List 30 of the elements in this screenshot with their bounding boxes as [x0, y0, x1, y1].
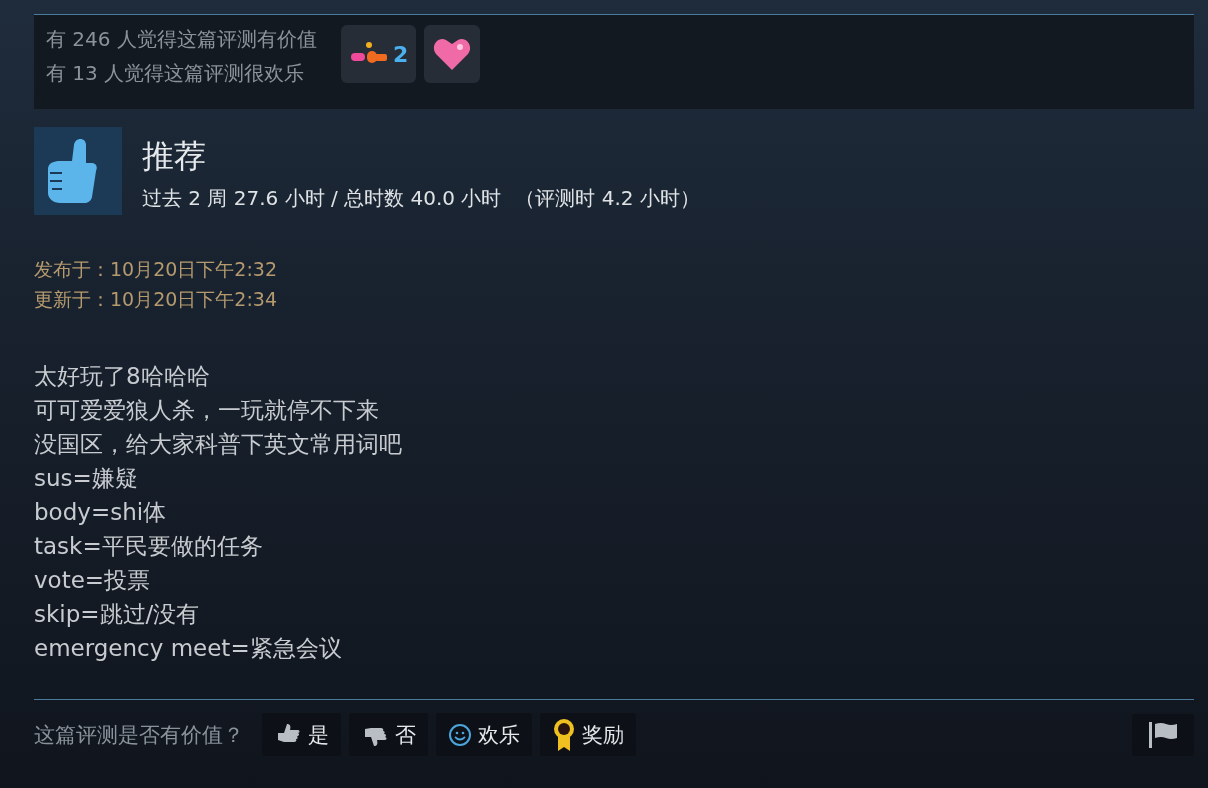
vote-button[interactable]: 欢乐 — [436, 713, 532, 756]
review-line: sus=嫌疑 — [34, 464, 139, 493]
helpful-count: 有 246 人觉得这篇评测有价值 — [46, 26, 317, 53]
review-line: 太好玩了8哈哈哈 — [34, 362, 211, 391]
award-count: 2 — [392, 41, 409, 67]
review-line: body=shi体 — [34, 498, 168, 527]
review-line: emergency meet=紧急会议 — [34, 634, 343, 663]
date-text: 发布于：10月20日下午2:32 — [34, 257, 279, 281]
heart-icon — [432, 36, 473, 72]
funny-count: 有 13 人觉得这篇评测很欢乐 — [46, 60, 306, 87]
date-text: 更新于：10月20日下午2:34 — [34, 287, 279, 311]
helpful-question: 这篇评测是否有价值？ — [34, 721, 244, 749]
recommendation-title: 推荐 — [142, 137, 207, 175]
review-line: skip=跳过/没有 — [34, 600, 201, 629]
smiley-icon — [448, 722, 472, 747]
review-playtime: （评测时 4.2 小时） — [515, 185, 700, 212]
playtime-text: 过去 2 周 27.6 小时 / 总时数 40.0 小时 — [142, 185, 502, 212]
review-line: task=平民要做的任务 — [34, 532, 264, 561]
review-line: 没国区，给大家科普下英文常用词吧 — [34, 430, 403, 459]
vote-button[interactable]: 是 — [262, 713, 341, 756]
award-badge[interactable] — [424, 25, 481, 83]
award-badge[interactable]: 2 — [340, 25, 417, 83]
flag-icon — [1147, 719, 1179, 750]
report-button[interactable] — [1132, 713, 1194, 756]
review-line: 可可爱爱狼人杀，一玩就停不下来 — [34, 396, 380, 425]
vote-button[interactable]: 奖励 — [540, 713, 636, 756]
vote-button[interactable]: 否 — [349, 713, 428, 756]
medal-icon — [552, 716, 576, 753]
review-line: vote=投票 — [34, 566, 152, 595]
thumbs-up-icon — [34, 127, 122, 215]
